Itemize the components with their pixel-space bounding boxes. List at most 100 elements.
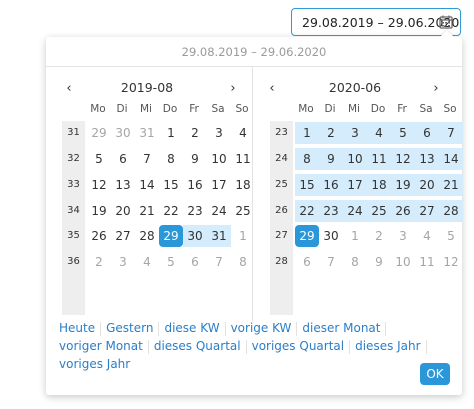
day-cell[interactable]: 30 [319,225,343,247]
day-cell[interactable]: 8 [343,251,367,273]
preset-link[interactable]: vorige KW [228,319,295,337]
day-cell[interactable]: 13 [415,148,439,170]
day-cell[interactable]: 4 [135,251,159,273]
day-cell[interactable]: 7 [439,122,463,144]
day-cell[interactable]: 9 [319,148,343,170]
day-cell[interactable]: 1 [343,225,367,247]
day-cell[interactable]: 3 [391,225,415,247]
day-cell[interactable]: 10 [343,148,367,170]
calendar-icon[interactable] [439,15,453,29]
day-cell[interactable]: 3 [207,122,231,144]
day-cell[interactable]: 2 [87,251,111,273]
day-cell[interactable]: 23 [319,200,343,222]
day-cell[interactable]: 20 [415,174,439,196]
day-cell[interactable]: 1 [231,225,255,247]
day-cell[interactable]: 19 [391,174,415,196]
day-cell[interactable]: 4 [415,225,439,247]
day-cell[interactable]: 29 [87,122,111,144]
day-cell[interactable]: 12 [439,251,463,273]
day-cell[interactable]: 4 [231,122,255,144]
day-cell[interactable]: 31 [135,122,159,144]
day-cell[interactable]: 18 [367,174,391,196]
day-cell[interactable]: 21 [439,174,463,196]
day-cell[interactable]: 5 [439,225,463,247]
preset-link[interactable]: diese KW [161,319,222,337]
day-cell[interactable]: 7 [135,148,159,170]
preset-link[interactable]: dieser Monat [299,319,383,337]
day-cell[interactable]: 5 [159,251,183,273]
day-cell[interactable]: 28 [439,200,463,222]
day-cell[interactable]: 15 [295,174,319,196]
day-cell[interactable]: 5 [87,148,111,170]
day-cell[interactable]: 26 [391,200,415,222]
preset-link[interactable]: Heute [56,319,98,337]
day-cell[interactable]: 8 [231,251,255,273]
day-cell[interactable]: 12 [87,174,111,196]
day-cell[interactable]: 6 [415,122,439,144]
day-cell[interactable]: 6 [111,148,135,170]
day-cell[interactable]: 10 [207,148,231,170]
day-cell[interactable]: 15 [159,174,183,196]
day-cell[interactable]: 17 [343,174,367,196]
day-cell[interactable]: 26 [87,225,111,247]
day-cell[interactable]: 14 [135,174,159,196]
preset-link[interactable]: dieses Jahr [352,337,423,355]
prev-month-button[interactable]: ‹ [61,79,77,97]
day-cell[interactable]: 30 [111,122,135,144]
preset-link[interactable]: voriges Jahr [56,355,133,373]
day-cell[interactable]: 19 [87,200,111,222]
day-cell[interactable]: 30 [183,225,207,247]
day-cell[interactable]: 3 [343,122,367,144]
day-cell[interactable]: 5 [391,122,415,144]
day-cell[interactable]: 6 [295,251,319,273]
day-cell[interactable]: 24 [207,200,231,222]
day-cell[interactable]: 24 [343,200,367,222]
day-cell[interactable]: 2 [319,122,343,144]
preset-link[interactable]: voriges Quartal [249,337,348,355]
day-cell[interactable]: 6 [183,251,207,273]
day-cell[interactable]: 23 [183,200,207,222]
prev-month-button[interactable]: ‹ [264,79,280,97]
day-cell[interactable]: 2 [367,225,391,247]
day-cell[interactable]: 17 [207,174,231,196]
day-cell[interactable]: 12 [391,148,415,170]
day-cell[interactable]: 9 [183,148,207,170]
day-cell[interactable]: 28 [135,225,159,247]
day-cell[interactable]: 1 [295,122,319,144]
day-cell[interactable]: 27 [415,200,439,222]
day-cell[interactable]: 31 [207,225,231,247]
day-cell[interactable]: 25 [231,200,255,222]
preset-link[interactable]: voriger Monat [56,337,146,355]
day-cell[interactable]: 11 [415,251,439,273]
day-cell[interactable]: 8 [159,148,183,170]
date-range-input[interactable]: 29.08.2019 – 29.06.2020 [291,8,461,36]
day-cell[interactable]: 13 [111,174,135,196]
day-cell[interactable]: 11 [367,148,391,170]
day-cell[interactable]: 4 [367,122,391,144]
day-cell[interactable]: 16 [183,174,207,196]
day-cell[interactable]: 16 [319,174,343,196]
day-cell[interactable]: 3 [111,251,135,273]
day-cell[interactable]: 2 [183,122,207,144]
preset-link[interactable]: Gestern [103,319,156,337]
day-cell[interactable]: 14 [439,148,463,170]
day-cell[interactable]: 27 [111,225,135,247]
day-cell[interactable]: 1 [159,122,183,144]
day-cell[interactable]: 18 [231,174,255,196]
preset-link[interactable]: dieses Quartal [151,337,244,355]
day-cell[interactable]: 7 [319,251,343,273]
day-cell[interactable]: 29 [295,225,319,247]
day-cell[interactable]: 22 [295,200,319,222]
day-cell[interactable]: 20 [111,200,135,222]
day-cell[interactable]: 11 [231,148,255,170]
day-cell[interactable]: 29 [159,225,183,247]
ok-button[interactable]: OK [420,363,450,385]
day-cell[interactable]: 9 [367,251,391,273]
day-cell[interactable]: 7 [207,251,231,273]
day-cell[interactable]: 21 [135,200,159,222]
day-cell[interactable]: 8 [295,148,319,170]
next-month-button[interactable]: › [428,79,444,97]
day-cell[interactable]: 25 [367,200,391,222]
next-month-button[interactable]: › [225,79,241,97]
day-cell[interactable]: 22 [159,200,183,222]
